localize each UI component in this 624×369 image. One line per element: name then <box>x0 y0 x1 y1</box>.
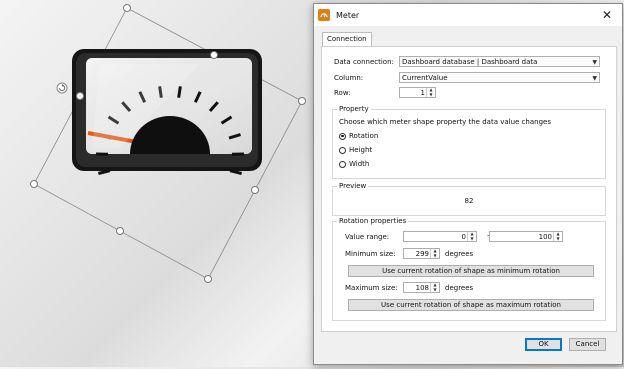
data-connection-label: Data connection: <box>334 58 394 66</box>
radio-button[interactable] <box>339 161 346 168</box>
resize-handle[interactable] <box>124 5 131 12</box>
resize-handle[interactable] <box>299 98 306 105</box>
value-range-max: 100 <box>539 233 552 241</box>
radio-button-checked[interactable] <box>339 133 346 140</box>
ok-button[interactable]: OK <box>525 338 562 351</box>
use-as-minimum-rotation-button[interactable]: Use current rotation of shape as minimum… <box>348 265 594 277</box>
app-icon <box>318 9 330 21</box>
dialog-titlebar: Meter ✕ <box>314 4 622 26</box>
chevron-down-icon[interactable]: ▼ <box>427 93 435 98</box>
row-value: 1 <box>421 89 425 97</box>
chevron-down-icon: ▼ <box>592 57 597 68</box>
chevron-down-icon[interactable]: ▼ <box>554 237 562 242</box>
resize-handle[interactable] <box>77 93 84 100</box>
minimum-size-label: Minimum size: <box>345 250 396 258</box>
value-range-max-stepper[interactable]: 100 ▲▼ <box>489 231 563 242</box>
gauge-tick <box>98 171 110 174</box>
radio-rotation-label: Rotation <box>349 132 378 140</box>
rotate-icon[interactable] <box>57 83 67 93</box>
preview-value: 82 <box>333 197 605 205</box>
row-label: Row: <box>334 89 351 97</box>
property-description: Choose which meter shape property the da… <box>339 118 551 126</box>
preview-group-title: Preview <box>337 182 368 190</box>
minimum-size-stepper[interactable]: 299 ▲▼ <box>403 248 440 259</box>
resize-handle[interactable] <box>252 187 259 194</box>
chevron-down-icon[interactable]: ▼ <box>431 288 439 293</box>
radio-height[interactable]: Height <box>339 146 372 154</box>
stepper-buttons[interactable]: ▲▼ <box>430 283 439 292</box>
column-label: Column: <box>334 74 363 82</box>
maximum-size-label: Maximum size: <box>345 284 398 292</box>
radio-button[interactable] <box>339 147 346 154</box>
meter-shape[interactable] <box>72 49 262 173</box>
row-stepper[interactable]: 1 ▲▼ <box>399 87 436 98</box>
meter-dialog: Meter ✕ Connection Data connection: Dash… <box>313 3 623 365</box>
column-value: CurrentValue <box>402 74 448 82</box>
value-range-min: 0 <box>462 233 466 241</box>
resize-handle[interactable] <box>205 276 212 283</box>
property-group: Property Choose which meter shape proper… <box>332 109 606 179</box>
use-as-maximum-rotation-button[interactable]: Use current rotation of shape as maximum… <box>348 299 594 311</box>
connection-panel: Data connection: Dashboard database | Da… <box>321 46 617 332</box>
maximum-size-stepper[interactable]: 108 ▲▼ <box>403 282 440 293</box>
dialog-title: Meter <box>336 11 359 20</box>
preview-group: Preview 82 <box>332 186 606 216</box>
maximum-size-value: 108 <box>416 284 429 292</box>
stepper-buttons[interactable]: ▲▼ <box>467 232 476 241</box>
radio-width-label: Width <box>349 160 369 168</box>
maximum-size-unit: degrees <box>445 284 473 292</box>
stepper-buttons[interactable]: ▲▼ <box>426 88 435 97</box>
resize-handle[interactable] <box>31 181 38 188</box>
data-connection-value: Dashboard database | Dashboard data <box>402 58 537 66</box>
value-range-label: Value range: <box>345 233 389 241</box>
gauge-tick <box>179 86 181 97</box>
gauge-tick <box>230 171 242 174</box>
chevron-down-icon: ▼ <box>592 73 597 84</box>
resize-handle[interactable] <box>211 52 218 59</box>
resize-handle[interactable] <box>117 228 124 235</box>
cancel-button[interactable]: Cancel <box>569 338 606 351</box>
radio-height-label: Height <box>349 146 372 154</box>
tab-connection[interactable]: Connection <box>322 32 372 46</box>
property-group-title: Property <box>337 105 371 113</box>
rotation-properties-title: Rotation properties <box>337 217 408 225</box>
value-range-min-stepper[interactable]: 0 ▲▼ <box>403 231 477 242</box>
column-select[interactable]: CurrentValue ▼ <box>399 72 600 83</box>
stepper-buttons[interactable]: ▲▼ <box>430 249 439 258</box>
chevron-down-icon[interactable]: ▼ <box>468 237 476 242</box>
rotation-properties-group: Rotation properties Value range: 0 ▲▼ - … <box>332 221 606 321</box>
radio-width[interactable]: Width <box>339 160 369 168</box>
minimum-size-unit: degrees <box>445 250 473 258</box>
tab-strip: Connection <box>322 32 372 46</box>
stepper-buttons[interactable]: ▲▼ <box>553 232 562 241</box>
data-connection-select[interactable]: Dashboard database | Dashboard data ▼ <box>399 56 600 67</box>
close-icon[interactable]: ✕ <box>600 8 614 22</box>
minimum-size-value: 299 <box>416 250 429 258</box>
radio-rotation[interactable]: Rotation <box>339 132 378 140</box>
chevron-down-icon[interactable]: ▼ <box>431 254 439 259</box>
